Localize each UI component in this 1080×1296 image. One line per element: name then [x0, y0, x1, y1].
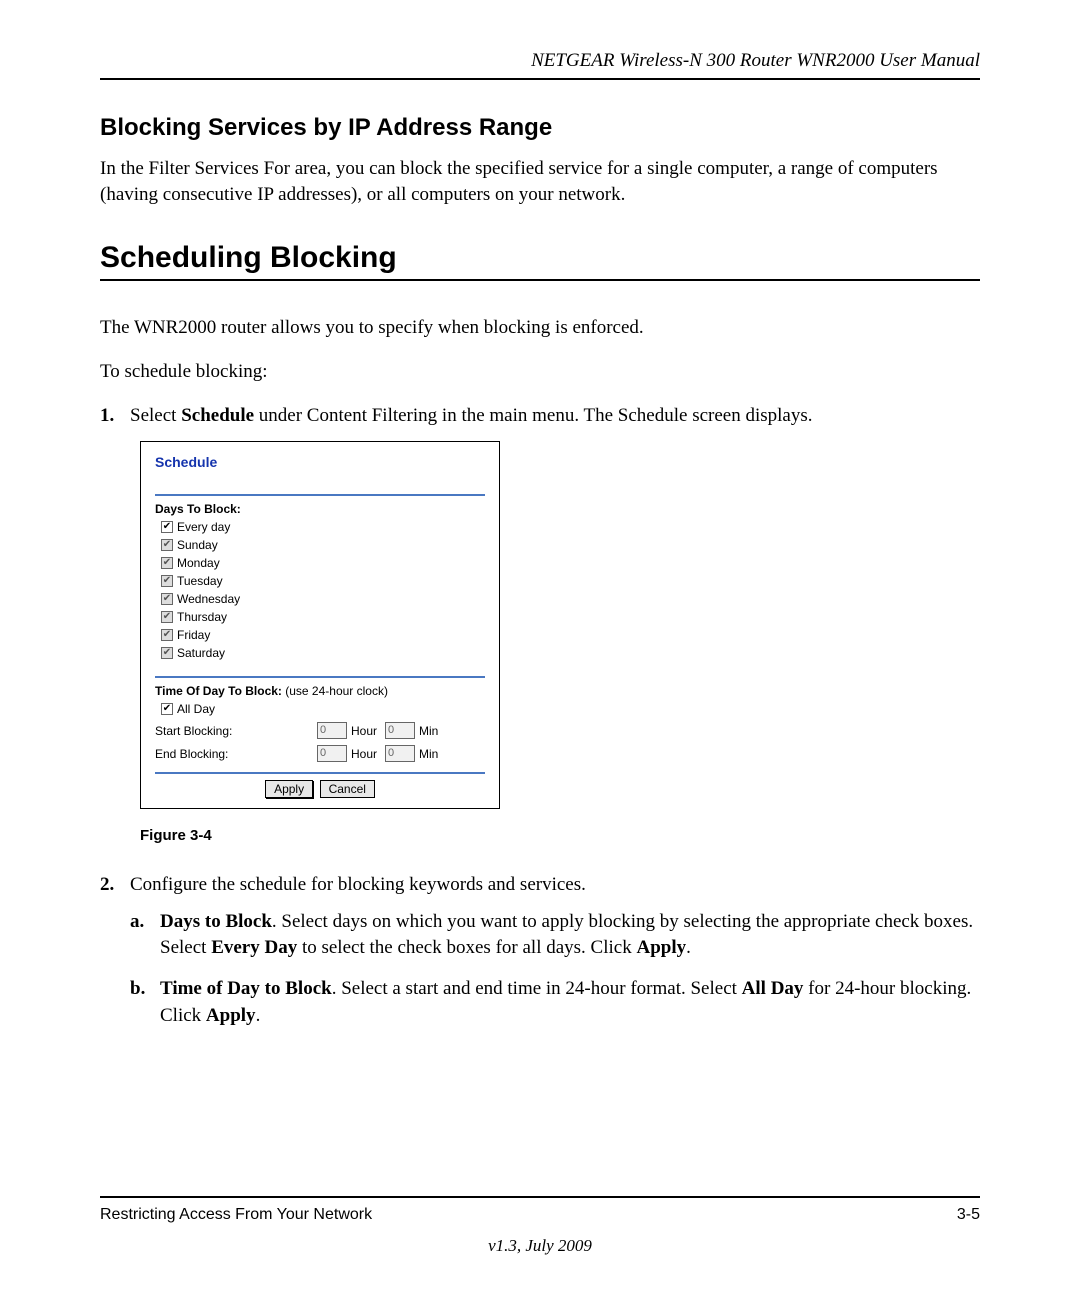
time-hint: (use 24-hour clock) — [282, 684, 388, 698]
checkbox-monday[interactable]: ✔ Monday — [161, 556, 485, 570]
checkbox-label: Saturday — [177, 646, 225, 660]
checkbox-label: Friday — [177, 628, 210, 642]
step-2a-content: Days to Block. Select days on which you … — [160, 909, 980, 962]
days-to-block-label: Days To Block: — [155, 502, 485, 516]
step-1-content: Select Schedule under Content Filtering … — [130, 403, 980, 430]
checkbox-tuesday[interactable]: ✔ Tuesday — [161, 574, 485, 588]
check-icon: ✔ — [161, 593, 173, 605]
check-icon: ✔ — [161, 703, 173, 715]
step-2-text: Configure the schedule for blocking keyw… — [130, 874, 586, 895]
start-hour-input[interactable]: 0 — [317, 722, 347, 739]
start-blocking-row: Start Blocking: 0 Hour 0 Min — [155, 722, 485, 739]
rule — [155, 494, 485, 496]
page-header: NETGEAR Wireless-N 300 Router WNR2000 Us… — [100, 50, 980, 80]
page-footer: Restricting Access From Your Network 3-5… — [100, 1196, 980, 1256]
step-2a: a. Days to Block. Select days on which y… — [130, 909, 980, 962]
time-of-day-label: Time Of Day To Block: (use 24-hour clock… — [155, 684, 485, 698]
paragraph-ip-range: In the Filter Services For area, you can… — [100, 156, 980, 207]
footer-left: Restricting Access From Your Network — [100, 1206, 372, 1224]
screenshot-title: Schedule — [155, 454, 485, 470]
b: Apply — [636, 937, 686, 958]
checkbox-label: Thursday — [177, 610, 227, 624]
b: Apply — [206, 1005, 256, 1026]
checkbox-label: All Day — [177, 702, 215, 716]
t: . — [256, 1005, 261, 1026]
step-1-marker: 1. — [100, 403, 130, 430]
b: Time of Day to Block — [160, 978, 332, 999]
check-icon: ✔ — [161, 629, 173, 641]
ordered-steps-continued: 2. Configure the schedule for blocking k… — [100, 872, 980, 1043]
step-1-bold: Schedule — [181, 405, 254, 426]
checkbox-wednesday[interactable]: ✔ Wednesday — [161, 592, 485, 606]
t: . Select a start and end time in 24-hour… — [332, 978, 742, 999]
footer-right: 3-5 — [957, 1206, 980, 1224]
min-unit: Min — [419, 724, 438, 738]
heading-scheduling: Scheduling Blocking — [100, 241, 980, 275]
b: Every Day — [211, 937, 297, 958]
checkbox-allday[interactable]: ✔ All Day — [161, 702, 485, 716]
end-min-input[interactable]: 0 — [385, 745, 415, 762]
checkbox-friday[interactable]: ✔ Friday — [161, 628, 485, 642]
checkbox-everyday[interactable]: ✔ Every day — [161, 520, 485, 534]
end-blocking-label: End Blocking: — [155, 747, 315, 761]
checkbox-sunday[interactable]: ✔ Sunday — [161, 538, 485, 552]
paragraph-schedule-intro: The WNR2000 router allows you to specify… — [100, 315, 980, 341]
heading-blocking-ip: Blocking Services by IP Address Range — [100, 114, 980, 142]
checkbox-saturday[interactable]: ✔ Saturday — [161, 646, 485, 660]
button-row: Apply Cancel — [155, 770, 485, 798]
step-2-marker: 2. — [100, 872, 130, 1043]
schedule-screenshot: Schedule Days To Block: ✔ Every day ✔ Su… — [140, 441, 500, 809]
footer-version: v1.3, July 2009 — [100, 1236, 980, 1256]
step-1-prefix: Select — [130, 405, 181, 426]
start-min-input[interactable]: 0 — [385, 722, 415, 739]
heading-rule — [100, 279, 980, 281]
step-1: 1. Select Schedule under Content Filteri… — [100, 403, 980, 430]
nested-list: a. Days to Block. Select days on which y… — [130, 909, 980, 1029]
check-icon: ✔ — [161, 539, 173, 551]
rule — [155, 676, 485, 678]
figure-caption: Figure 3-4 — [140, 827, 980, 844]
check-icon: ✔ — [161, 647, 173, 659]
step-2a-marker: a. — [130, 909, 160, 962]
t: to select the check boxes for all days. … — [297, 937, 636, 958]
step-2b-content: Time of Day to Block. Select a start and… — [160, 976, 980, 1029]
ordered-steps: 1. Select Schedule under Content Filteri… — [100, 403, 980, 430]
check-icon: ✔ — [161, 557, 173, 569]
end-blocking-row: End Blocking: 0 Hour 0 Min — [155, 745, 485, 762]
b: All Day — [742, 978, 804, 999]
end-hour-input[interactable]: 0 — [317, 745, 347, 762]
step-2: 2. Configure the schedule for blocking k… — [100, 872, 980, 1043]
step-1-suffix: under Content Filtering in the main menu… — [254, 405, 812, 426]
checkbox-label: Monday — [177, 556, 220, 570]
step-2b-marker: b. — [130, 976, 160, 1029]
t: . — [686, 937, 691, 958]
check-icon: ✔ — [161, 521, 173, 533]
cancel-button[interactable]: Cancel — [320, 780, 375, 798]
rule — [155, 772, 485, 774]
checkbox-label: Sunday — [177, 538, 218, 552]
check-icon: ✔ — [161, 611, 173, 623]
start-blocking-label: Start Blocking: — [155, 724, 315, 738]
checkbox-label: Every day — [177, 520, 230, 534]
checkbox-label: Tuesday — [177, 574, 223, 588]
step-2-content: Configure the schedule for blocking keyw… — [130, 872, 980, 1043]
checkbox-thursday[interactable]: ✔ Thursday — [161, 610, 485, 624]
footer-rule — [100, 1196, 980, 1198]
hour-unit: Hour — [351, 724, 377, 738]
paragraph-schedule-lead: To schedule blocking: — [100, 359, 980, 385]
check-icon: ✔ — [161, 575, 173, 587]
apply-button[interactable]: Apply — [265, 780, 313, 798]
checkbox-label: Wednesday — [177, 592, 240, 606]
hour-unit: Hour — [351, 747, 377, 761]
step-2b: b. Time of Day to Block. Select a start … — [130, 976, 980, 1029]
min-unit: Min — [419, 747, 438, 761]
b: Days to Block — [160, 911, 272, 932]
time-label-text: Time Of Day To Block: — [155, 684, 282, 698]
